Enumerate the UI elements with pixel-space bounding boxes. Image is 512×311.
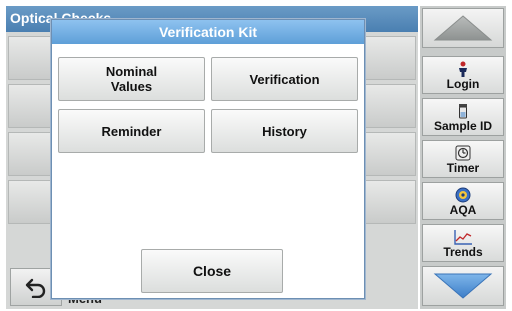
reminder-button[interactable]: Reminder [58, 109, 205, 153]
up-arrow-icon [433, 15, 493, 41]
aqa-icon [455, 187, 471, 203]
scroll-up-button[interactable] [422, 8, 504, 48]
verification-button[interactable]: Verification [211, 57, 358, 101]
side-panel: Login Sample ID Timer AQA Trends [420, 6, 506, 309]
nominal-values-label: Nominal Values [105, 64, 158, 94]
login-label: Login [446, 77, 480, 91]
timer-button[interactable]: Timer [422, 140, 504, 178]
reminder-label: Reminder [101, 123, 162, 139]
timer-icon [455, 145, 471, 161]
history-label: History [262, 123, 307, 139]
close-button[interactable]: Close [141, 249, 283, 293]
aqa-button[interactable]: AQA [422, 182, 504, 220]
back-arrow-icon [25, 278, 46, 298]
trends-label: Trends [443, 245, 483, 259]
trends-button[interactable]: Trends [422, 224, 504, 262]
login-button[interactable]: Login [422, 56, 504, 94]
aqa-label: AQA [449, 203, 477, 217]
verification-kit-dialog: Verification Kit Nominal Values Verifica… [51, 19, 365, 299]
timer-label: Timer [446, 161, 480, 175]
scroll-down-button[interactable] [422, 266, 504, 306]
sample-id-button[interactable]: Sample ID [422, 98, 504, 136]
nominal-values-button[interactable]: Nominal Values [58, 57, 205, 101]
person-icon [459, 61, 467, 77]
sample-id-icon [459, 104, 467, 119]
verification-label: Verification [249, 71, 320, 87]
sample-id-label: Sample ID [433, 119, 493, 133]
dialog-title: Verification Kit [52, 20, 364, 44]
down-arrow-icon [433, 273, 493, 299]
history-button[interactable]: History [211, 109, 358, 153]
close-label: Close [192, 263, 232, 279]
trends-icon [454, 230, 472, 245]
